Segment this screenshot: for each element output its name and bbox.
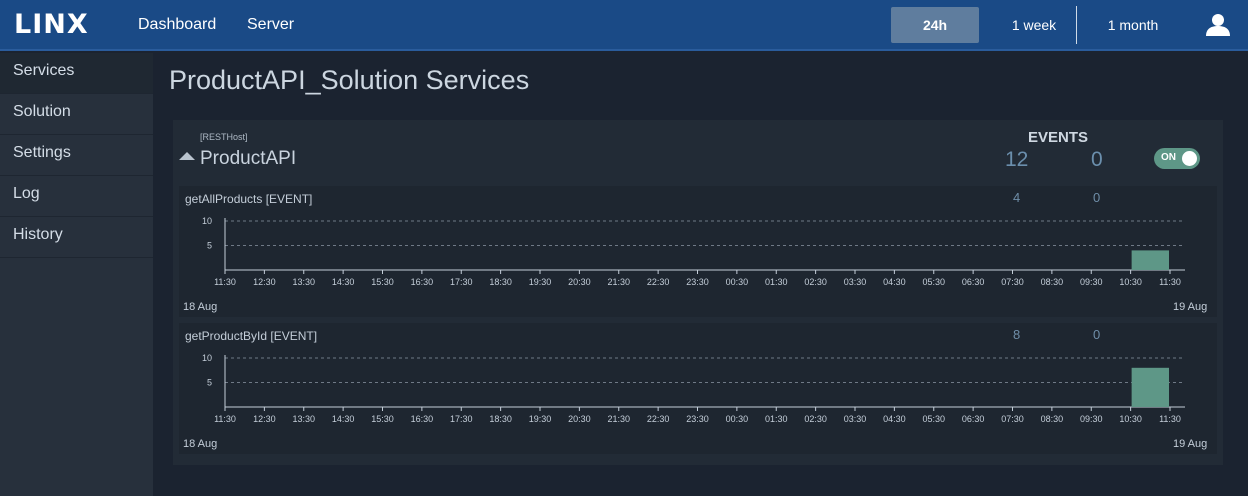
x-tick-label: 08:30 bbox=[1041, 414, 1064, 424]
toggle-label: ON bbox=[1161, 152, 1176, 163]
sidebar-item-log[interactable]: Log bbox=[0, 176, 153, 217]
x-tick-label: 06:30 bbox=[962, 277, 985, 287]
y-tick-label: 10 bbox=[202, 353, 212, 363]
x-tick-label: 16:30 bbox=[411, 414, 434, 424]
x-tick-label: 11:30 bbox=[214, 277, 236, 287]
nav-dashboard[interactable]: Dashboard bbox=[138, 16, 216, 34]
service-count-secondary: 0 bbox=[1091, 148, 1103, 171]
event-bar bbox=[1131, 367, 1169, 407]
x-tick-label: 03:30 bbox=[844, 277, 867, 287]
y-tick-label: 10 bbox=[202, 216, 212, 226]
x-tick-label: 14:30 bbox=[332, 277, 355, 287]
nav-server[interactable]: Server bbox=[247, 16, 294, 34]
operation-block: getAllProducts [EVENT] 4 0 5 10 11:30 12:30… bbox=[179, 186, 1217, 317]
x-tick-label: 17:30 bbox=[450, 414, 473, 424]
x-tick-label: 02:30 bbox=[804, 414, 827, 424]
x-tick-label: 13:30 bbox=[292, 414, 315, 424]
x-tick-label: 20:30 bbox=[568, 414, 591, 424]
range-24h-button[interactable]: 24h bbox=[891, 7, 979, 43]
toggle-knob bbox=[1182, 151, 1197, 166]
service-name[interactable]: ProductAPI bbox=[200, 148, 296, 170]
x-tick-label: 15:30 bbox=[371, 277, 394, 287]
x-tick-label: 08:30 bbox=[1041, 277, 1064, 287]
y-tick-label: 5 bbox=[207, 378, 212, 388]
collapse-caret-icon[interactable] bbox=[179, 152, 195, 160]
sidebar-item-history[interactable]: History bbox=[0, 217, 153, 258]
range-1-week-button[interactable]: 1 week bbox=[995, 7, 1073, 43]
chart-end-date: 19 Aug bbox=[1173, 438, 1208, 450]
x-tick-label: 18:30 bbox=[489, 414, 512, 424]
x-tick-label: 19:30 bbox=[529, 414, 552, 424]
chart-start-date: 18 Aug bbox=[183, 301, 218, 313]
x-tick-label: 07:30 bbox=[1001, 277, 1024, 287]
x-tick-label: 14:30 bbox=[332, 414, 355, 424]
x-tick-label: 17:30 bbox=[450, 277, 473, 287]
x-tick-label: 00:30 bbox=[726, 277, 749, 287]
x-tick-label: 12:30 bbox=[253, 277, 276, 287]
x-tick-label: 11:30 bbox=[1159, 414, 1181, 424]
sidebar-item-services[interactable]: Services bbox=[0, 53, 153, 94]
x-tick-label: 11:30 bbox=[214, 414, 236, 424]
x-tick-label: 04:30 bbox=[883, 277, 906, 287]
x-tick-label: 21:30 bbox=[607, 277, 630, 287]
chart-end-date: 19 Aug bbox=[1173, 301, 1208, 313]
event-bar bbox=[1131, 250, 1169, 270]
x-tick-label: 23:30 bbox=[686, 277, 709, 287]
x-tick-label: 04:30 bbox=[883, 414, 906, 424]
service-toggle[interactable]: ON bbox=[1154, 148, 1200, 169]
x-tick-label: 06:30 bbox=[962, 414, 985, 424]
x-tick-label: 10:30 bbox=[1119, 414, 1142, 424]
x-tick-label: 22:30 bbox=[647, 277, 670, 287]
x-tick-label: 20:30 bbox=[568, 277, 591, 287]
sidebar: Services Solution Settings Log History bbox=[0, 53, 153, 496]
user-icon[interactable] bbox=[1204, 13, 1232, 37]
x-tick-label: 19:30 bbox=[529, 277, 552, 287]
x-tick-label: 09:30 bbox=[1080, 414, 1103, 424]
x-tick-label: 03:30 bbox=[844, 414, 867, 424]
operation-chart: 5 10 11:30 12:30 13:30 14:30 15:30 16:30 17:30 18… bbox=[202, 216, 1185, 287]
host-tag: [RESTHost] bbox=[200, 132, 248, 142]
x-tick-label: 05:30 bbox=[922, 277, 945, 287]
top-bar: LINX Dashboard Server 24h 1 week 1 month bbox=[0, 0, 1248, 51]
x-tick-label: 22:30 bbox=[647, 414, 670, 424]
y-tick-label: 5 bbox=[207, 241, 212, 251]
x-tick-label: 11:30 bbox=[1159, 277, 1181, 287]
operation-chart: 5 10 11:30 12:30 13:30 14:30 15:30 16:30 17:30 18… bbox=[202, 353, 1185, 424]
x-tick-label: 16:30 bbox=[411, 277, 434, 287]
x-tick-label: 12:30 bbox=[253, 414, 276, 424]
linx-logo[interactable]: LINX bbox=[14, 11, 89, 38]
x-tick-label: 01:30 bbox=[765, 277, 788, 287]
x-tick-label: 23:30 bbox=[686, 414, 709, 424]
x-tick-label: 01:30 bbox=[765, 414, 788, 424]
x-tick-label: 00:30 bbox=[726, 414, 749, 424]
x-tick-label: 18:30 bbox=[489, 277, 512, 287]
x-tick-label: 05:30 bbox=[922, 414, 945, 424]
events-heading: EVENTS bbox=[1028, 129, 1089, 146]
range-divider bbox=[1076, 6, 1077, 44]
x-tick-label: 07:30 bbox=[1001, 414, 1024, 424]
x-tick-label: 09:30 bbox=[1080, 277, 1103, 287]
sidebar-item-settings[interactable]: Settings bbox=[0, 135, 153, 176]
page-title: ProductAPI_Solution Services bbox=[169, 65, 530, 95]
chart-start-date: 18 Aug bbox=[183, 438, 218, 450]
x-tick-label: 15:30 bbox=[371, 414, 394, 424]
sidebar-item-solution[interactable]: Solution bbox=[0, 94, 153, 135]
service-count-primary: 12 bbox=[1005, 148, 1029, 171]
x-tick-label: 02:30 bbox=[804, 277, 827, 287]
operation-block: getProductById [EVENT] 8 0 5 10 11:30 12:30… bbox=[179, 323, 1217, 454]
x-tick-label: 13:30 bbox=[292, 277, 315, 287]
x-tick-label: 10:30 bbox=[1119, 277, 1142, 287]
x-tick-label: 21:30 bbox=[607, 414, 630, 424]
range-1-month-button[interactable]: 1 month bbox=[1092, 7, 1174, 43]
